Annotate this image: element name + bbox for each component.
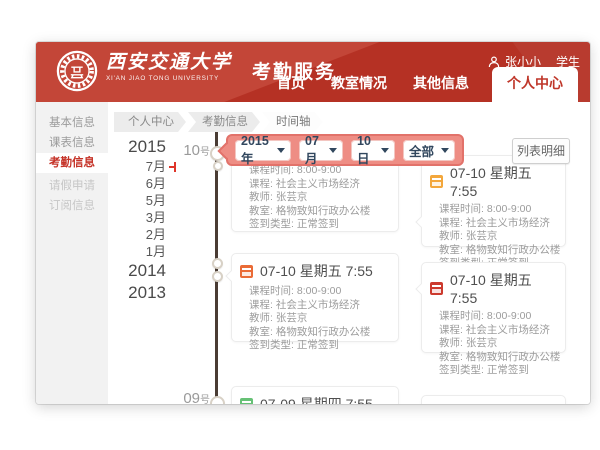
main-content: 个人中心 考勤信息 时间轴 2015 7月 6月 5月 3月 2月 1月 201… [108, 102, 590, 404]
card-field: 教室:格物致知行政办公楼 [249, 326, 388, 340]
card-field: 教师:张芸京 [439, 337, 555, 351]
breadcrumb-attendance-info[interactable]: 考勤信息 [188, 112, 260, 132]
breadcrumb-timeline[interactable]: 时间轴 [262, 112, 323, 132]
card-title: 07-10 星期五 7:55 [450, 163, 555, 199]
year-select[interactable]: 2015年 [235, 140, 291, 161]
attendance-card[interactable] [421, 395, 566, 404]
chevron-down-icon [329, 148, 337, 153]
scale-year-2013[interactable]: 2013 [108, 282, 166, 304]
nav-tab-personal-center[interactable]: 个人中心 [492, 67, 578, 102]
calendar-icon [240, 398, 253, 405]
sidebar: 基本信息 课表信息 考勤信息 请假申请 订阅信息 [36, 102, 108, 404]
day-marker-10: 10号 [176, 142, 210, 160]
card-field: 教师:张芸京 [249, 312, 388, 326]
university-name-cn: 西安交通大学 [106, 51, 232, 73]
attendance-card[interactable]: 07-10 星期五 7:55 课程时间:8:00-9:00 课程:社会主义市场经… [421, 262, 566, 353]
timeline-scale: 2015 7月 6月 5月 3月 2月 1月 2014 2013 [108, 136, 166, 304]
nav-tab-classrooms[interactable]: 教室情况 [318, 73, 400, 102]
card-field: 签到类型:正常签到 [439, 364, 555, 378]
card-title: 07-09 星期四 7:55 [260, 394, 373, 404]
calendar-icon [240, 265, 253, 278]
breadcrumb-personal-center[interactable]: 个人中心 [114, 112, 186, 132]
card-field: 课程时间:8:00-9:00 [439, 203, 555, 217]
card-title: 07-10 星期五 7:55 [450, 270, 555, 306]
nav-tab-other-info[interactable]: 其他信息 [400, 73, 482, 102]
attendance-card[interactable]: 07-10 星期五 7:55 课程时间:8:00-9:00 课程:社会主义市场经… [231, 253, 399, 342]
person-icon [488, 56, 500, 68]
calendar-icon [430, 175, 443, 188]
scale-month-5[interactable]: 5月 [108, 192, 166, 209]
sidebar-item-leave-request[interactable]: 请假申请 [36, 176, 108, 196]
breadcrumb: 个人中心 考勤信息 时间轴 [114, 112, 325, 132]
current-month-marker [169, 162, 176, 172]
sidebar-item-basic-info[interactable]: 基本信息 [36, 113, 108, 133]
university-name-en: XI'AN JIAO TONG UNIVERSITY [106, 75, 232, 82]
sidebar-item-timetable[interactable]: 课表信息 [36, 133, 108, 153]
card-field: 课程时间:8:00-9:00 [439, 310, 555, 324]
card-field: 课程:社会主义市场经济 [439, 217, 555, 231]
attendance-card[interactable]: 07-10 星期五 7:55 课程时间:8:00-9:00 课程:社会主义市场经… [421, 155, 566, 247]
scale-month-1[interactable]: 1月 [108, 243, 166, 260]
scale-year-2015[interactable]: 2015 [108, 136, 166, 158]
chevron-down-icon [277, 148, 285, 153]
card-field: 课程:社会主义市场经济 [439, 324, 555, 338]
scale-month-2[interactable]: 2月 [108, 226, 166, 243]
day-marker-09: 09号 [176, 390, 210, 404]
timeline-node [210, 396, 225, 404]
card-field: 教室:格物致知行政办公楼 [439, 244, 555, 258]
sidebar-item-subscription[interactable]: 订阅信息 [36, 196, 108, 216]
scale-month-7[interactable]: 7月 [108, 158, 166, 175]
app-window: 西安交通大学 XI'AN JIAO TONG UNIVERSITY 考勤服务 张… [36, 42, 590, 404]
timeline-node [213, 161, 223, 171]
card-field: 课程时间:8:00-9:00 [249, 285, 388, 299]
university-brand: 西安交通大学 XI'AN JIAO TONG UNIVERSITY [106, 51, 232, 82]
card-title: 07-10 星期五 7:55 [260, 261, 373, 281]
day-select[interactable]: 10日 [351, 140, 395, 161]
chevron-down-icon [441, 148, 449, 153]
timeline-node [212, 271, 223, 282]
date-filter-overlay: 2015年 07月 10日 全部 [226, 134, 464, 166]
university-seal-logo [56, 50, 98, 92]
sidebar-item-attendance[interactable]: 考勤信息 [36, 153, 108, 173]
card-field: 教室:格物致知行政办公楼 [249, 205, 388, 219]
scale-year-2014[interactable]: 2014 [108, 260, 166, 282]
card-field: 签到类型:正常签到 [249, 339, 388, 353]
scale-month-3[interactable]: 3月 [108, 209, 166, 226]
list-detail-button[interactable]: 列表明细 [512, 138, 570, 164]
type-select[interactable]: 全部 [403, 140, 455, 161]
card-field: 课程:社会主义市场经济 [249, 178, 388, 192]
app-header: 西安交通大学 XI'AN JIAO TONG UNIVERSITY 考勤服务 张… [36, 42, 590, 102]
timeline-node [212, 258, 223, 269]
main-nav: 首页 教室情况 其他信息 个人中心 [264, 67, 578, 102]
calendar-icon [430, 282, 443, 295]
month-select[interactable]: 07月 [299, 140, 343, 161]
chevron-down-icon [381, 148, 389, 153]
attendance-card[interactable]: 07-09 星期四 7:55 [231, 386, 399, 404]
card-field: 课程:社会主义市场经济 [249, 299, 388, 313]
scale-month-6[interactable]: 6月 [108, 175, 166, 192]
card-field: 教室:格物致知行政办公楼 [439, 351, 555, 365]
nav-tab-home[interactable]: 首页 [264, 73, 318, 102]
card-field: 教师:张芸京 [249, 191, 388, 205]
card-field: 教师:张芸京 [439, 230, 555, 244]
card-field: 签到类型:正常签到 [249, 218, 388, 232]
